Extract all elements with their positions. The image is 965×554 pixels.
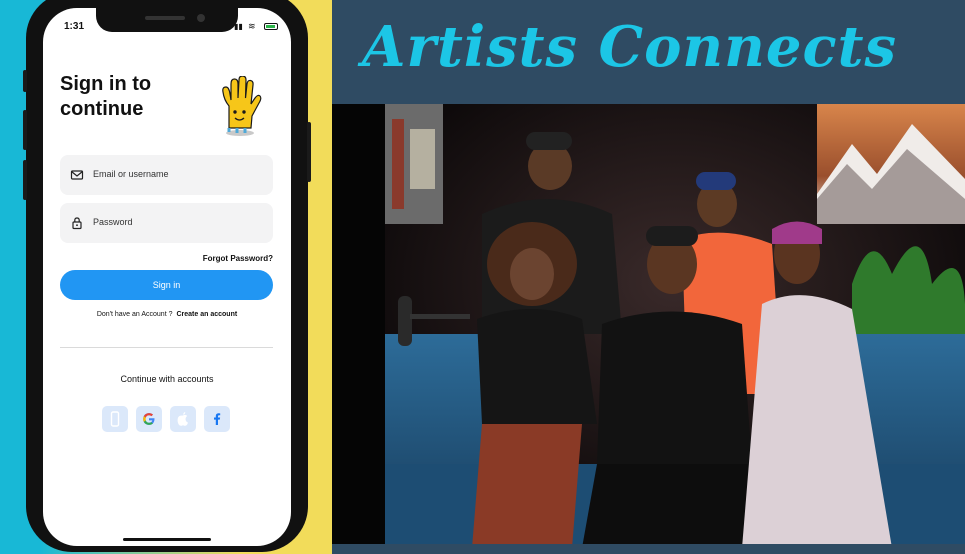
sign-in-button[interactable]: Sign in xyxy=(60,270,273,300)
wifi-icon: ≋ xyxy=(248,21,256,31)
email-field[interactable]: Email or username xyxy=(60,155,273,195)
google-icon xyxy=(143,413,155,425)
group-photo xyxy=(332,104,965,548)
google-login-button[interactable] xyxy=(136,406,162,432)
status-time: 1:31 xyxy=(64,21,85,32)
no-account-text: Don't have an Account ? xyxy=(96,311,173,318)
mail-icon xyxy=(70,170,84,180)
page-title: Sign in to continue xyxy=(60,73,152,120)
create-account-link[interactable]: Create an account xyxy=(176,311,237,318)
phone-side-button xyxy=(23,110,27,150)
status-icons: ▮▮ ≋ xyxy=(234,21,280,31)
group-photo-illustration xyxy=(332,104,965,548)
password-field[interactable]: Password xyxy=(60,203,273,243)
banner-title: Artists Connects xyxy=(362,14,897,80)
phone-side-button xyxy=(23,160,27,200)
forgot-password-link[interactable]: Forgot Password? xyxy=(203,254,273,263)
facebook-icon xyxy=(214,413,221,425)
continue-with-label: Continue with accounts xyxy=(120,374,214,384)
home-indicator xyxy=(123,538,211,541)
speaker xyxy=(145,16,185,20)
apple-login-button[interactable] xyxy=(170,406,196,432)
apple-icon xyxy=(177,412,188,426)
lock-icon xyxy=(72,217,82,230)
phone-side-button xyxy=(307,122,311,182)
battery-icon xyxy=(264,23,278,30)
signal-icon: ▮▮ xyxy=(234,22,243,31)
phone-icon xyxy=(110,411,120,427)
email-placeholder: Email or username xyxy=(93,169,169,179)
phone-screen: 1:31 ▮▮ ≋ Sign in to continue Email or u… xyxy=(43,8,291,546)
phone-login-button[interactable] xyxy=(102,406,128,432)
phone-notch xyxy=(96,8,238,32)
facebook-login-button[interactable] xyxy=(204,406,230,432)
create-account-row: Don't have an Account ? Create an account xyxy=(43,311,291,318)
password-placeholder: Password xyxy=(93,217,133,227)
waving-hand-icon xyxy=(222,76,262,136)
phone-mockup-panel: 1:31 ▮▮ ≋ Sign in to continue Email or u… xyxy=(0,0,332,554)
bottom-bar xyxy=(332,544,965,554)
title-banner: Artists Connects xyxy=(332,0,965,104)
camera xyxy=(197,14,205,22)
divider xyxy=(60,347,273,348)
phone-side-button xyxy=(23,70,27,92)
